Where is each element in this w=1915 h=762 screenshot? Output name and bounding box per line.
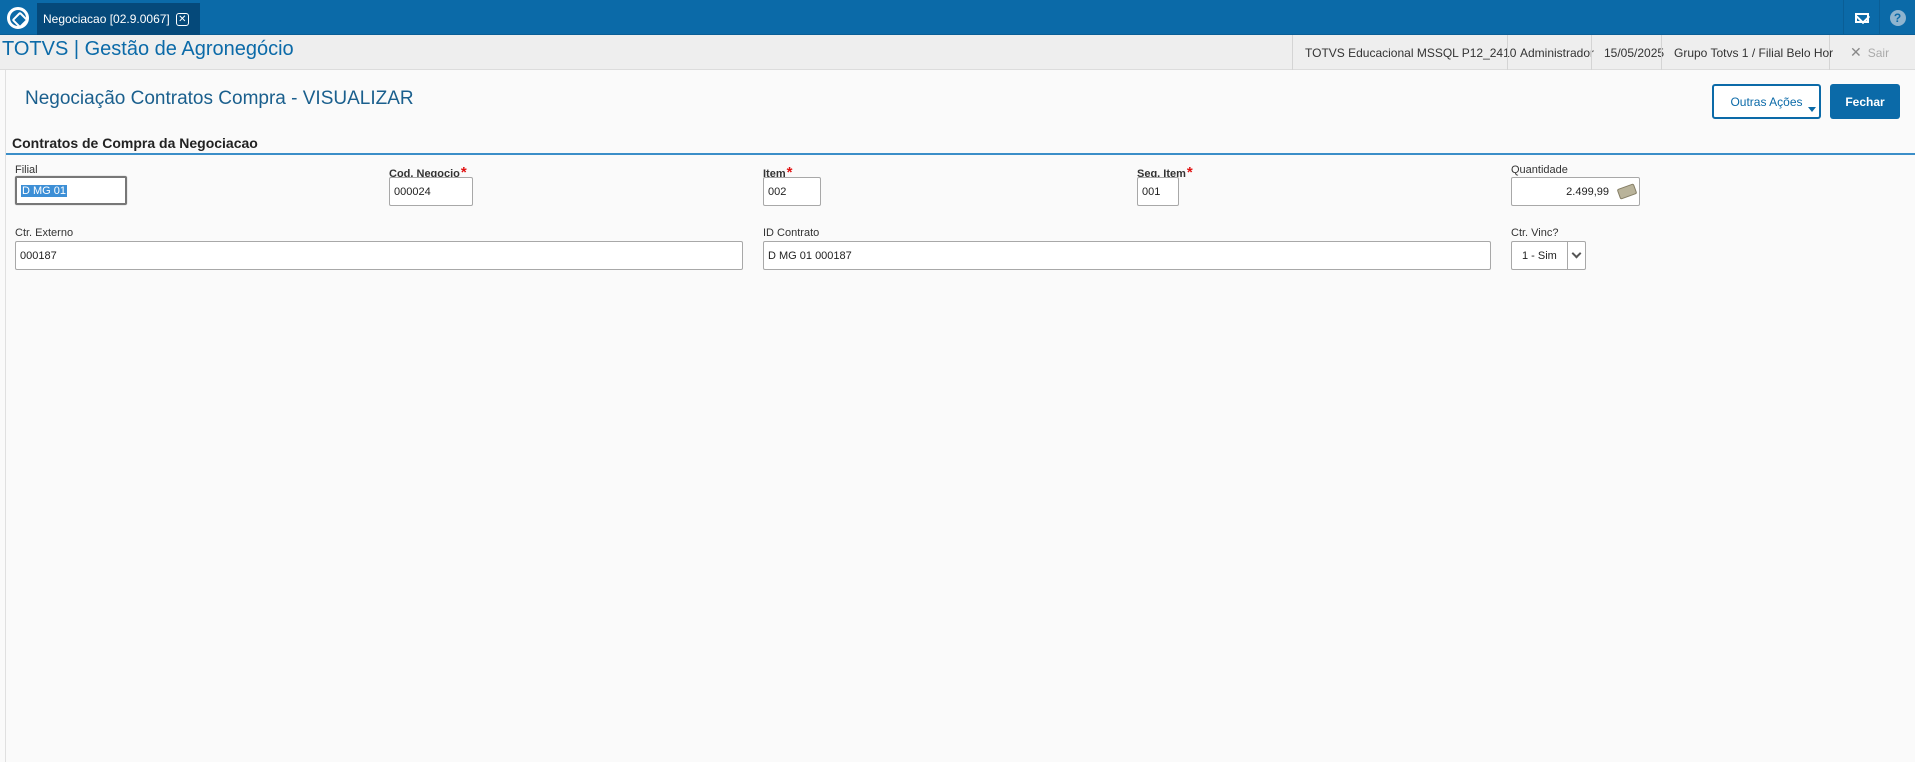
chevron-down-icon[interactable] — [1567, 242, 1585, 269]
tab-label: Negociacao [02.9.0067] — [43, 12, 170, 26]
top-tab-bar: Negociacao [02.9.0067] ✕ ? — [0, 0, 1915, 35]
other-actions-label: Outras Ações — [1730, 94, 1803, 109]
ctr-vinc-select[interactable]: 1 - Sim — [1511, 241, 1586, 270]
page-title: Negociação Contratos Compra - VISUALIZAR — [25, 88, 414, 109]
main-content: Negociação Contratos Compra - VISUALIZAR… — [5, 70, 1915, 762]
quantidade-label: Quantidade — [1511, 164, 1568, 176]
mail-icon — [1854, 12, 1869, 23]
section-divider — [6, 153, 1915, 155]
ctr-vinc-value: 1 - Sim — [1522, 249, 1557, 262]
cod-negocio-value: 000024 — [394, 185, 431, 198]
cod-negocio-field[interactable]: 000024 — [389, 177, 473, 206]
caret-down-icon — [1808, 107, 1816, 112]
item-field[interactable]: 002 — [763, 177, 821, 206]
filial-field[interactable]: D MG 01 — [15, 176, 127, 205]
required-mark: * — [1186, 164, 1193, 181]
filial-label: Filial — [15, 164, 38, 176]
totvs-logo-icon[interactable] — [0, 0, 35, 35]
help-icon: ? — [1889, 9, 1906, 26]
tab-negociacao[interactable]: Negociacao [02.9.0067] ✕ — [37, 3, 200, 35]
close-icon: ✕ — [1850, 44, 1862, 60]
ctr-externo-label: Ctr. Externo — [15, 227, 74, 239]
close-button[interactable]: Fechar — [1830, 84, 1900, 119]
exit-button[interactable]: ✕ Sair — [1829, 35, 1915, 70]
quantidade-field[interactable]: 2.499,99 — [1511, 177, 1640, 206]
app-header: TOTVS | Gestão de Agronegócio TOTVS Educ… — [0, 35, 1915, 70]
branch-info: Grupo Totvs 1 / Filial Belo Hor — [1661, 35, 1845, 70]
seq-item-value: 001 — [1142, 185, 1161, 198]
id-contrato-value: D MG 01 000187 — [768, 249, 852, 262]
help-button[interactable]: ? — [1879, 0, 1915, 35]
id-contrato-label: ID Contrato — [763, 227, 820, 239]
environment-info: TOTVS Educacional MSSQL P12_2410 — [1292, 35, 1528, 70]
id-contrato-field[interactable]: D MG 01 000187 — [763, 241, 1491, 270]
money-icon[interactable] — [1616, 183, 1638, 200]
tab-close-icon[interactable]: ✕ — [175, 12, 189, 26]
app-title: TOTVS | Gestão de Agronegócio — [2, 38, 294, 60]
other-actions-button[interactable]: Outras Ações — [1712, 84, 1821, 119]
ctr-externo-field[interactable]: 000187 — [15, 241, 743, 270]
exit-label: Sair — [1867, 45, 1890, 60]
messages-button[interactable] — [1843, 0, 1879, 35]
filial-value: D MG 01 — [21, 184, 68, 197]
seq-item-field[interactable]: 001 — [1137, 177, 1179, 206]
ctr-vinc-label: Ctr. Vinc? — [1511, 227, 1559, 239]
ctr-externo-value: 000187 — [20, 249, 57, 262]
quantidade-value: 2.499,99 — [1566, 185, 1609, 198]
item-value: 002 — [768, 185, 787, 198]
section-title: Contratos de Compra da Negociacao — [12, 135, 258, 151]
